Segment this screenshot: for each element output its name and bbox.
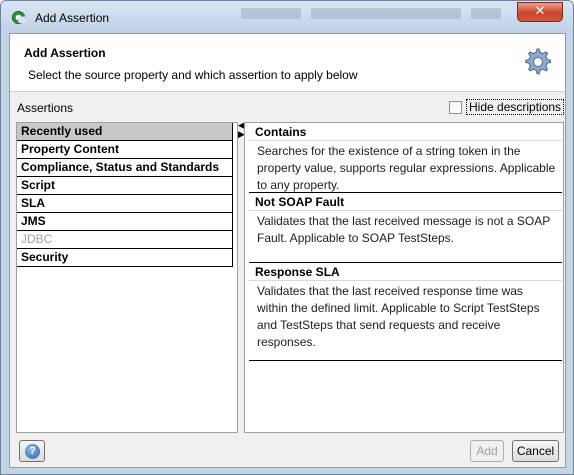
category-item[interactable]: Security: [17, 249, 233, 267]
assertion-name: Response SLA: [249, 263, 562, 281]
category-item[interactable]: SLA: [17, 195, 233, 213]
close-button[interactable]: ✕: [517, 2, 563, 22]
category-panel: Recently used Property Content Compliance,…: [16, 122, 238, 433]
category-item[interactable]: Property Content: [17, 141, 233, 159]
checkbox-box[interactable]: [449, 100, 462, 114]
assertion-item[interactable]: Contains Searches for the existence of a …: [249, 123, 562, 193]
background-window-blur: [241, 3, 511, 25]
header-subtitle: Select the source property and which ass…: [28, 68, 358, 82]
assertion-description: Validates that the last received message…: [257, 214, 551, 245]
category-item[interactable]: JMS: [17, 213, 233, 231]
assertion-description: Validates that the last received respons…: [257, 284, 540, 349]
assertion-name: Contains: [249, 123, 562, 141]
category-item[interactable]: Script: [17, 177, 233, 195]
assertions-label: Assertions: [17, 101, 74, 115]
add-button[interactable]: Add: [470, 440, 504, 462]
dialog-header: Add Assertion Select the source property…: [10, 34, 565, 92]
title-bar[interactable]: Add Assertion ✕: [1, 1, 573, 33]
hide-descriptions-label[interactable]: Hide descriptions: [466, 99, 565, 115]
assertion-item[interactable]: Not SOAP Fault Validates that the last re…: [249, 193, 562, 263]
window-title: Add Assertion: [35, 11, 110, 25]
dialog-body: Add Assertion Select the source property…: [9, 33, 566, 468]
header-title: Add Assertion: [24, 46, 106, 60]
gear-icon: [525, 48, 551, 75]
cancel-button[interactable]: Cancel: [512, 440, 559, 462]
assertion-item[interactable]: Response SLA Validates that the last rece…: [249, 263, 562, 361]
category-list: Recently used Property Content Compliance,…: [17, 123, 233, 267]
help-icon: ?: [25, 444, 40, 459]
assertion-name: Not SOAP Fault: [249, 193, 562, 211]
help-button[interactable]: ?: [19, 440, 45, 462]
category-item: JDBC: [17, 231, 233, 249]
assertion-panel: Contains Searches for the existence of a …: [244, 122, 564, 433]
dialog-window: Add Assertion ✕ Add Assertion Select the…: [0, 0, 574, 475]
hide-descriptions-checkbox[interactable]: Hide descriptions: [449, 98, 565, 116]
category-item[interactable]: Recently used: [17, 123, 233, 141]
assertion-description: Searches for the existence of a string t…: [257, 144, 556, 192]
soapui-app-icon: [11, 10, 26, 25]
category-item[interactable]: Compliance, Status and Standards: [17, 159, 233, 177]
